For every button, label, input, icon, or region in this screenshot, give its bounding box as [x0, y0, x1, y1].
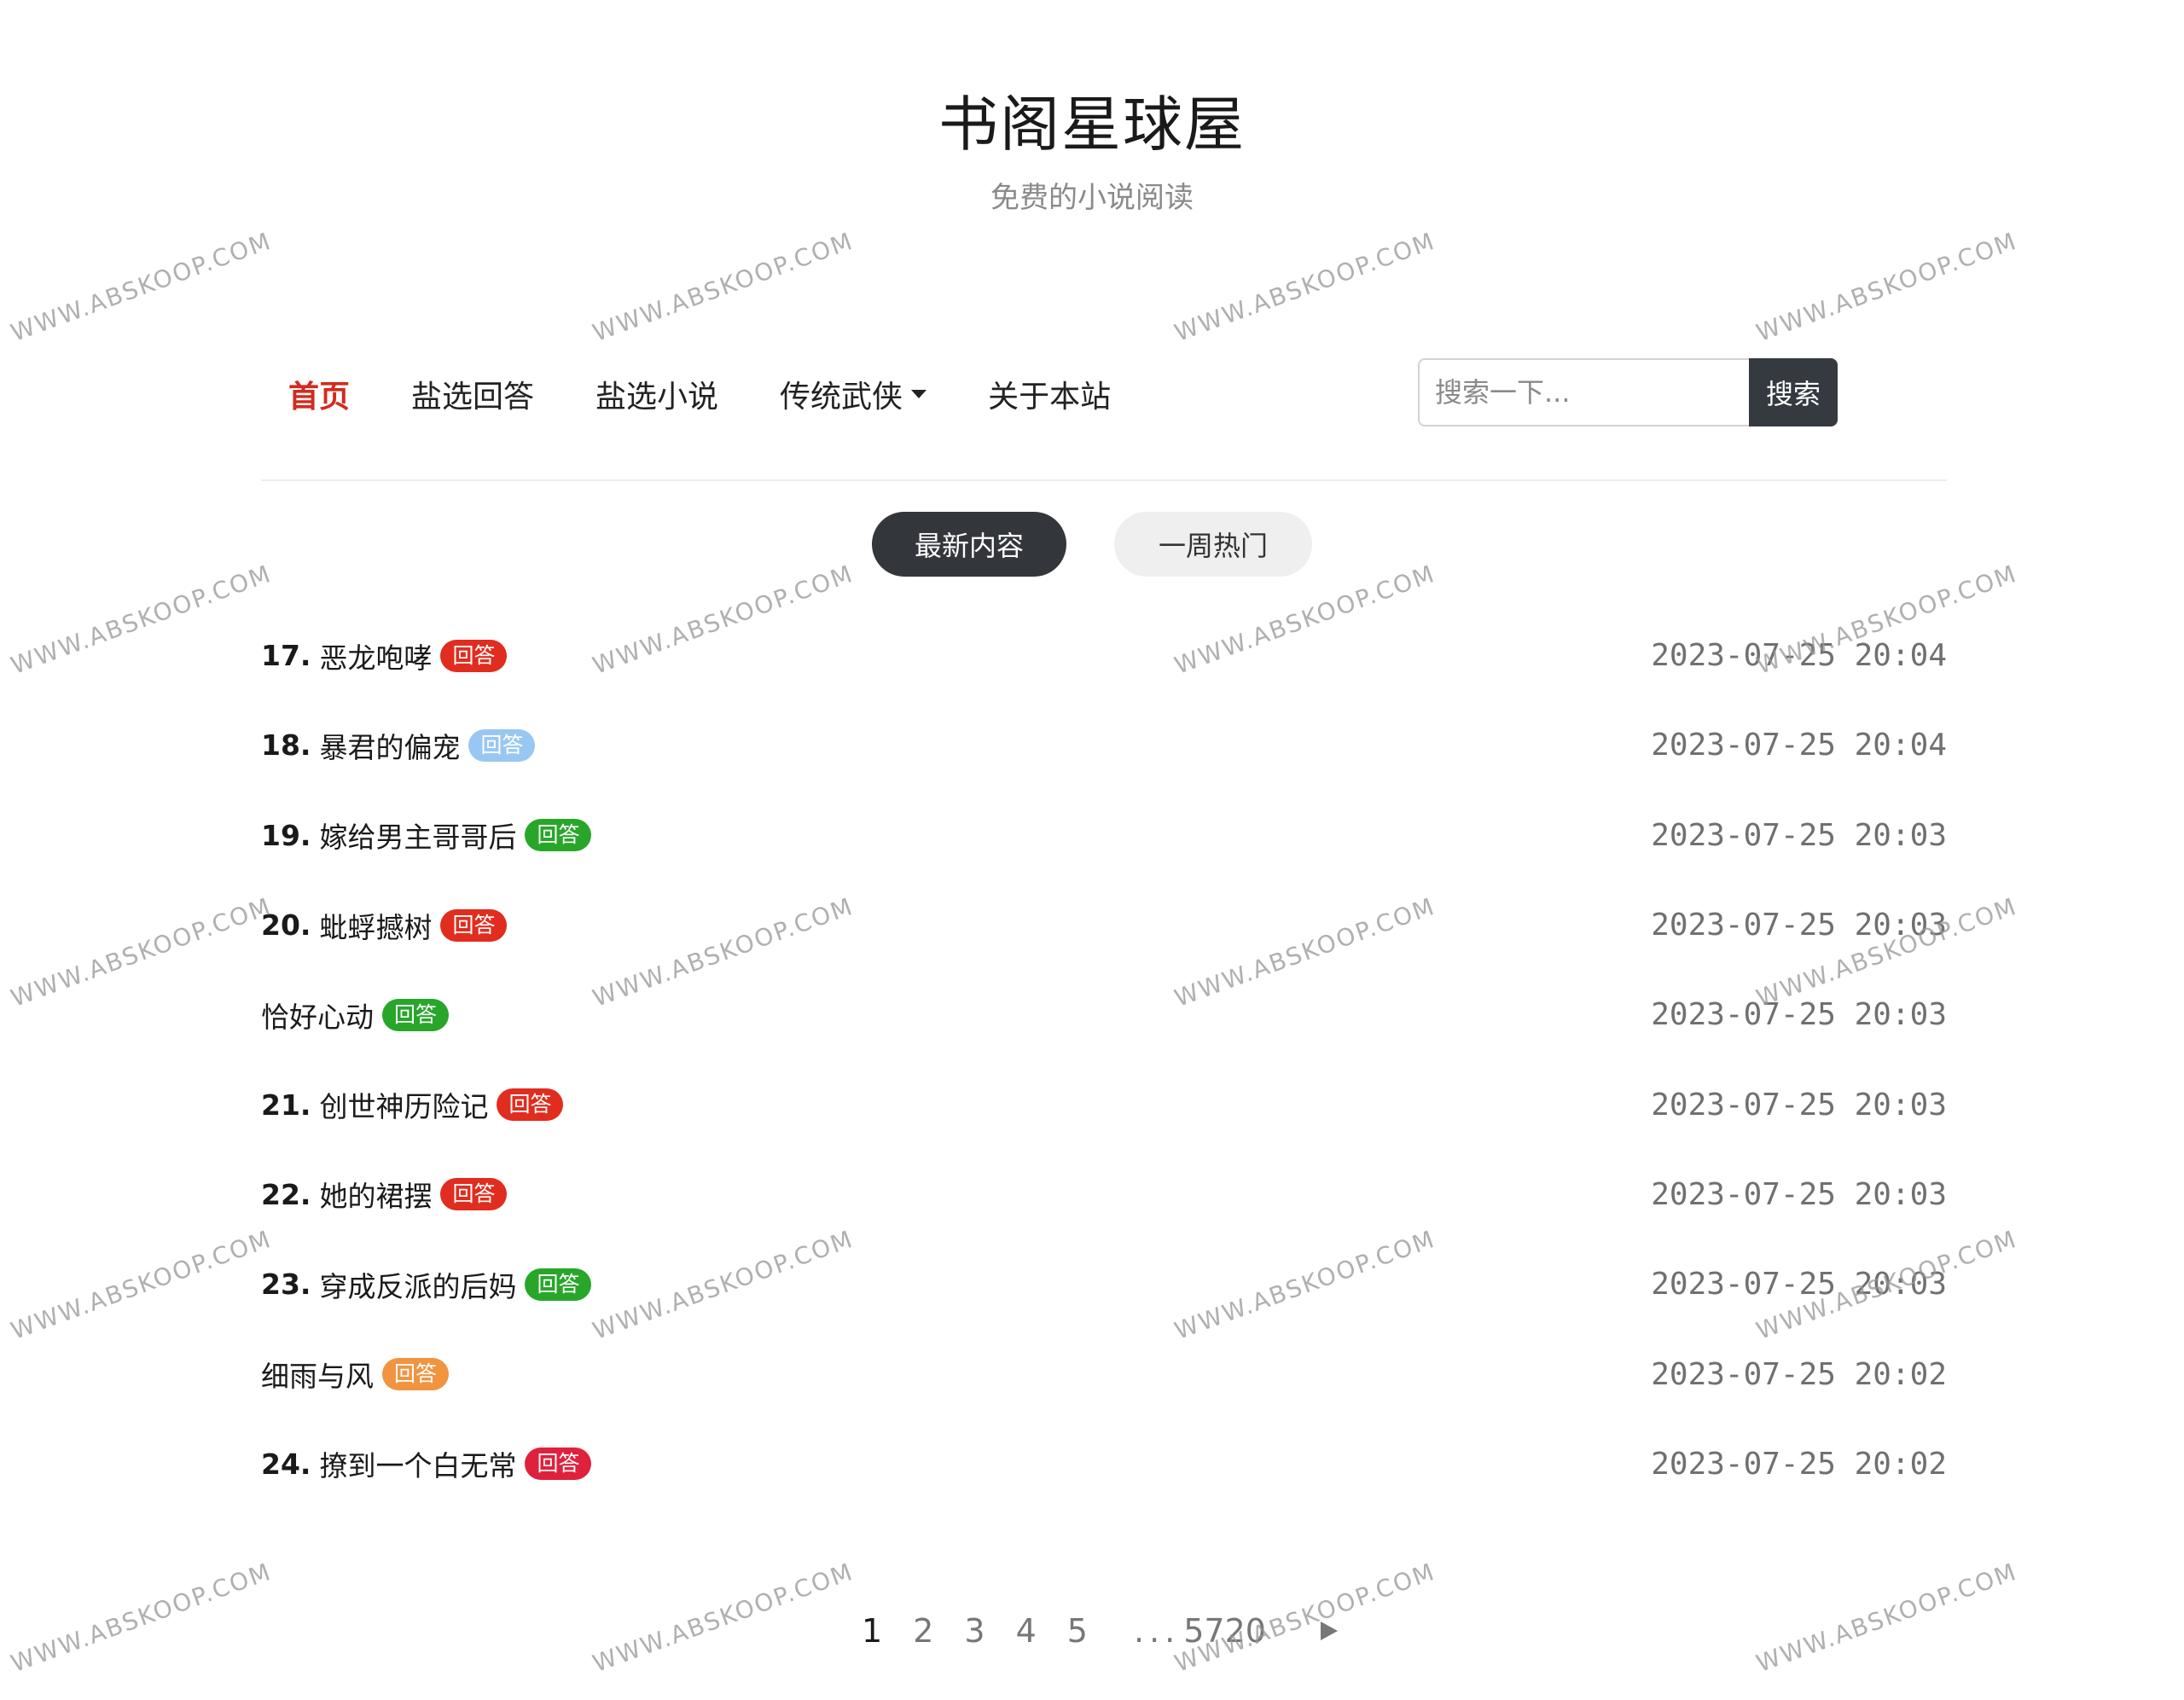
watermark-text: WWW.ABSKOOP.COM	[589, 226, 857, 348]
category-badge: 回答	[440, 908, 508, 942]
list-item-left: 恰好心动 回答	[261, 995, 450, 1036]
content-tabs: 最新内容 一周热门	[0, 512, 2184, 577]
category-badge: 回答	[440, 639, 508, 672]
content-list: 17. 恶龙咆哮 回答 2023-07-25 20:04 18. 暴君的偏宠 回答 2023-…	[261, 611, 1947, 1509]
list-item-left: 18. 暴君的偏宠 回答	[261, 725, 536, 766]
nav-item-salt-novels[interactable]: 盐选小说	[595, 372, 718, 416]
list-item-title[interactable]: 创世神历险记	[319, 1084, 488, 1125]
page-link-5[interactable]: 5	[1067, 1612, 1088, 1650]
list-item-title[interactable]: 暴君的偏宠	[319, 725, 460, 766]
next-arrow-icon[interactable]	[1320, 1622, 1338, 1640]
category-badge: 回答	[497, 1088, 564, 1122]
nav-item-about[interactable]: 关于本站	[988, 372, 1111, 416]
list-item-title[interactable]: 细雨与风	[261, 1354, 374, 1395]
list-item-number: 23.	[261, 1268, 311, 1302]
watermark-text: WWW.ABSKOOP.COM	[1752, 226, 2021, 348]
list-item-title[interactable]: 撩到一个白无常	[319, 1443, 516, 1484]
list-item-number: 21.	[261, 1088, 311, 1122]
page-link-3[interactable]: 3	[964, 1612, 985, 1650]
category-badge: 回答	[440, 1178, 508, 1211]
page-ellipsis: ...	[1133, 1612, 1181, 1650]
category-badge: 回答	[468, 728, 536, 762]
list-item-timestamp: 2023-07-25 20:02	[1651, 1356, 1947, 1392]
list-item-left: 19. 嫁给男主哥哥后 回答	[261, 815, 592, 856]
list-item-title[interactable]: 恶龙咆哮	[319, 635, 432, 676]
page-link-1[interactable]: 1	[862, 1612, 882, 1650]
main-nav: 首页 盐选回答 盐选小说 传统武侠 关于本站	[288, 368, 1172, 420]
list-item-timestamp: 2023-07-25 20:03	[1651, 1087, 1947, 1123]
list-item-number: 19.	[261, 818, 311, 852]
nav-item-label: 盐选小说	[595, 380, 719, 415]
list-item: 21. 创世神历险记 回答 2023-07-25 20:03	[261, 1059, 1947, 1149]
list-item-title[interactable]: 穿成反派的后妈	[319, 1264, 516, 1305]
list-item: 23. 穿成反派的后妈 回答 2023-07-25 20:03	[261, 1239, 1947, 1329]
list-item: 22. 她的裙摆 回答 2023-07-25 20:03	[261, 1150, 1947, 1239]
list-item-left: 24. 撩到一个白无常 回答	[261, 1443, 592, 1484]
search-input[interactable]	[1418, 358, 1749, 426]
category-badge: 回答	[382, 1358, 450, 1391]
list-item-timestamp: 2023-07-25 20:02	[1651, 1446, 1947, 1482]
category-badge: 回答	[382, 998, 450, 1031]
list-item-number: 20.	[261, 908, 311, 943]
watermark-text: WWW.ABSKOOP.COM	[7, 1224, 276, 1346]
list-item-left: 22. 她的裙摆 回答	[261, 1174, 508, 1215]
caret-down-icon	[911, 390, 927, 398]
category-badge: 回答	[525, 1268, 592, 1301]
nav-item-label: 传统武侠	[780, 380, 903, 415]
list-item-left: 23. 穿成反派的后妈 回答	[261, 1264, 592, 1305]
list-item-title[interactable]: 她的裙摆	[319, 1174, 432, 1215]
nav-divider	[261, 479, 1947, 481]
list-item: 17. 恶龙咆哮 回答 2023-07-25 20:04	[261, 611, 1947, 700]
nav-item-salt-answers[interactable]: 盐选回答	[411, 372, 534, 416]
page-link-last[interactable]: 5720	[1183, 1612, 1266, 1650]
list-item-title[interactable]: 恰好心动	[261, 995, 374, 1036]
list-item-left: 21. 创世神历险记 回答	[261, 1084, 564, 1125]
nav-item-label: 盐选回答	[411, 380, 535, 415]
search-form: 搜索	[1418, 358, 1838, 426]
list-item-timestamp: 2023-07-25 20:03	[1651, 1267, 1947, 1303]
list-item-timestamp: 2023-07-25 20:04	[1651, 638, 1947, 674]
list-item: 20. 蚍蜉撼树 回答 2023-07-25 20:03	[261, 880, 1947, 970]
list-item: 18. 暴君的偏宠 回答 2023-07-25 20:04	[261, 700, 1947, 790]
search-button[interactable]: 搜索	[1749, 358, 1838, 426]
nav-item-wuxia-dropdown[interactable]: 传统武侠	[780, 372, 927, 416]
nav-item-label: 首页	[288, 380, 351, 415]
pagination: 1 2 3 4 5... 5720	[0, 1612, 2184, 1650]
list-item-title[interactable]: 蚍蜉撼树	[319, 905, 432, 946]
tab-weekly-hot[interactable]: 一周热门	[1114, 512, 1312, 577]
list-item-number: 24.	[261, 1447, 311, 1481]
list-item: 24. 撩到一个白无常 回答 2023-07-25 20:02	[261, 1419, 1947, 1509]
tab-latest[interactable]: 最新内容	[872, 512, 1066, 577]
list-item-timestamp: 2023-07-25 20:03	[1651, 1176, 1947, 1212]
list-item-timestamp: 2023-07-25 20:03	[1651, 908, 1947, 943]
list-item-title[interactable]: 嫁给男主哥哥后	[319, 815, 516, 856]
watermark-text: WWW.ABSKOOP.COM	[1170, 226, 1439, 348]
list-item-number: 22.	[261, 1177, 311, 1211]
page-link-2[interactable]: 2	[913, 1612, 933, 1650]
list-item-left: 细雨与风 回答	[261, 1354, 450, 1395]
list-item-timestamp: 2023-07-25 20:04	[1651, 728, 1947, 763]
site-title: 书阁星球屋	[938, 90, 1246, 160]
page-link-4[interactable]: 4	[1016, 1612, 1037, 1650]
list-item-left: 17. 恶龙咆哮 回答	[261, 635, 508, 676]
list-item-left: 20. 蚍蜉撼树 回答	[261, 905, 508, 946]
list-item-number: 18.	[261, 728, 311, 763]
watermark-text: WWW.ABSKOOP.COM	[7, 891, 276, 1013]
list-item-timestamp: 2023-07-25 20:03	[1651, 997, 1947, 1033]
watermark-text: WWW.ABSKOOP.COM	[7, 559, 276, 681]
category-badge: 回答	[525, 1448, 592, 1481]
nav-item-label: 关于本站	[988, 380, 1112, 415]
watermark-text: WWW.ABSKOOP.COM	[7, 226, 276, 348]
list-item-timestamp: 2023-07-25 20:03	[1651, 817, 1947, 853]
category-badge: 回答	[525, 819, 592, 852]
nav-item-home[interactable]: 首页	[288, 372, 350, 416]
site-subtitle: 免费的小说阅读	[990, 181, 1194, 215]
list-item: 19. 嫁给男主哥哥后 回答 2023-07-25 20:03	[261, 791, 1947, 880]
list-item-number: 17.	[261, 639, 311, 673]
list-item: 恰好心动 回答 2023-07-25 20:03	[261, 970, 1947, 1059]
list-item: 细雨与风 回答 2023-07-25 20:02	[261, 1329, 1947, 1419]
